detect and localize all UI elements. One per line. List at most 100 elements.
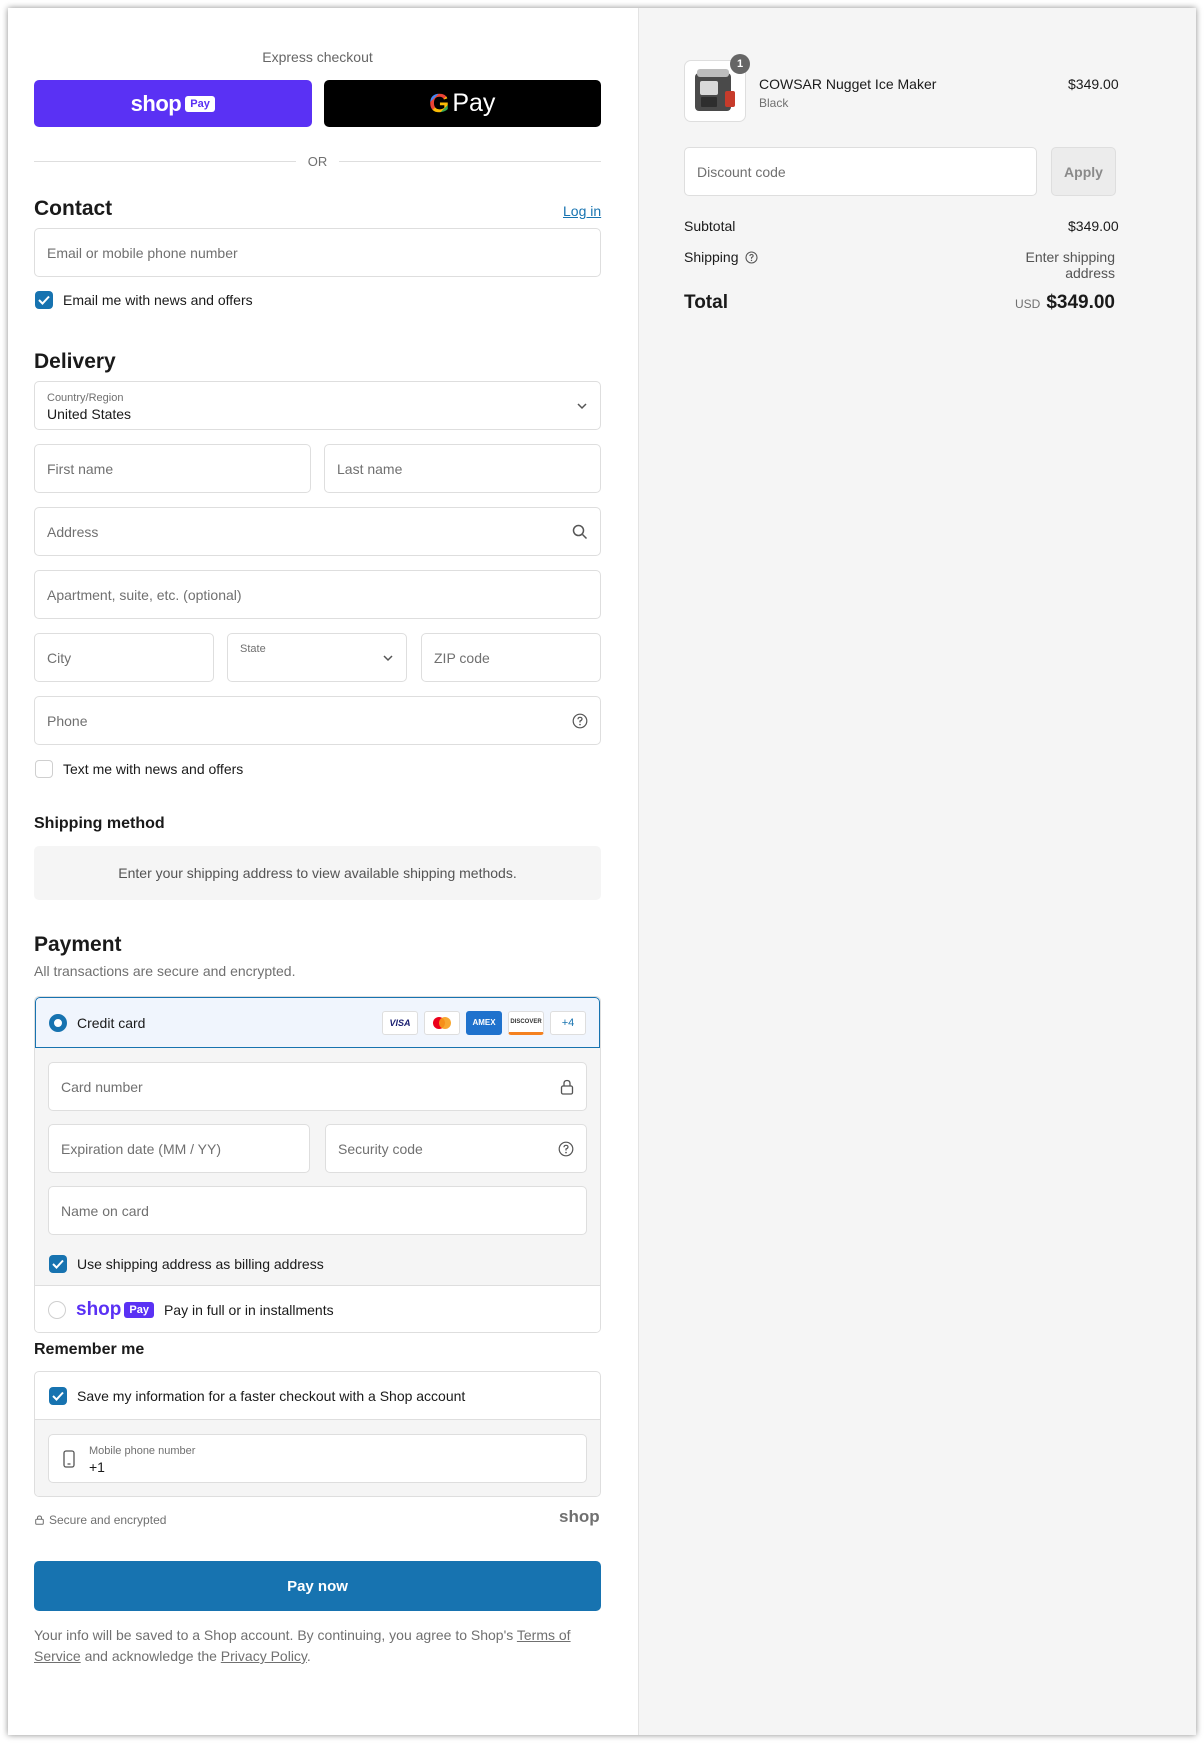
billing-address-row[interactable]: Use shipping address as billing address (49, 1255, 324, 1273)
subtotal-label: Subtotal (684, 218, 736, 234)
apartment-field[interactable]: Apartment, suite, etc. (optional) (34, 570, 601, 619)
text-news-checkbox[interactable] (35, 760, 53, 778)
first-name-field[interactable]: First name (34, 444, 311, 493)
google-g-icon: G (429, 88, 450, 118)
state-label: State (240, 643, 266, 655)
shop-pay-pill: Pay (124, 1302, 154, 1318)
shipping-method-text: Enter your shipping address to view avai… (118, 865, 517, 881)
billing-address-label: Use shipping address as billing address (77, 1256, 324, 1272)
product-name: COWSAR Nugget Ice Maker (759, 76, 937, 92)
card-number-field[interactable]: Card number (48, 1062, 587, 1111)
currency-code: USD (1014, 297, 1041, 311)
discount-code-placeholder: Discount code (697, 163, 786, 180)
shop-footer-logo: shop (559, 1507, 600, 1526)
mastercard-icon (424, 1010, 460, 1035)
name-on-card-placeholder: Name on card (61, 1202, 149, 1219)
checkout-page: Express checkout shop Pay G Pay OR Conta… (8, 8, 1196, 1735)
google-pay-label: Pay (452, 89, 496, 117)
email-news-label: Email me with news and offers (63, 292, 253, 308)
login-link[interactable]: Log in (563, 203, 601, 219)
payment-heading: Payment (34, 933, 122, 956)
security-code-field[interactable]: Security code (325, 1124, 587, 1173)
express-checkout-buttons: shop Pay G Pay (34, 80, 601, 127)
visa-icon: VISA (382, 1010, 418, 1035)
total-value-row: USD $349.00 (958, 292, 1115, 314)
first-name-placeholder: First name (47, 460, 114, 477)
remember-me-box: Save my information for a faster checkou… (34, 1371, 601, 1497)
secure-encrypted-label: Secure and encrypted (49, 1513, 167, 1527)
name-on-card-field[interactable]: Name on card (48, 1186, 587, 1235)
email-news-checkbox[interactable] (35, 291, 53, 309)
address-field[interactable]: Address (34, 507, 601, 556)
mobile-phone-label: Mobile phone number (89, 1444, 196, 1457)
google-pay-button[interactable]: G Pay (323, 80, 601, 127)
last-name-field[interactable]: Last name (324, 444, 601, 493)
country-select[interactable]: Country/Region United States (34, 381, 601, 430)
product-price: $349.00 (1068, 76, 1119, 92)
shipping-method-message: Enter your shipping address to view avai… (34, 846, 601, 900)
help-icon[interactable] (558, 1141, 574, 1157)
product-variant: Black (759, 96, 789, 110)
legal-notice: Your info will be saved to a Shop accoun… (34, 1627, 571, 1664)
chevron-down-icon (576, 402, 588, 410)
mobile-phone-value: +1 (89, 1458, 105, 1475)
lock-icon (35, 1515, 44, 1525)
phone-placeholder: Phone (47, 712, 88, 729)
lock-icon (560, 1079, 574, 1095)
chevron-down-icon (382, 654, 394, 662)
help-icon[interactable] (572, 713, 588, 729)
city-field[interactable]: City (34, 633, 214, 682)
delivery-heading: Delivery (34, 350, 116, 373)
quantity-badge: 1 (730, 54, 750, 74)
shop-pay-option[interactable]: shop Pay Pay in full or in installments (35, 1285, 600, 1332)
country-value: United States (47, 405, 132, 422)
shop-pay-radio[interactable] (48, 1301, 66, 1319)
subtotal-value: $349.00 (1068, 218, 1119, 234)
email-placeholder: Email or mobile phone number (47, 244, 238, 261)
mobile-phone-field[interactable]: Mobile phone number +1 (48, 1434, 587, 1483)
payment-subtitle: All transactions are secure and encrypte… (34, 963, 296, 979)
help-icon (744, 250, 758, 264)
shop-pay-label: Pay in full or in installments (163, 1302, 334, 1318)
discount-code-field[interactable]: Discount code (684, 147, 1037, 196)
state-select[interactable]: State (227, 633, 407, 682)
apply-button[interactable]: Apply (1051, 147, 1116, 196)
phone-field[interactable]: Phone (34, 696, 601, 745)
billing-address-checkbox[interactable] (49, 1255, 67, 1273)
country-label: Country/Region (47, 391, 124, 404)
credit-card-option[interactable]: Credit card VISA AMEX DISCOVER +4 (35, 997, 600, 1048)
save-info-row[interactable]: Save my information for a faster checkou… (35, 1372, 600, 1420)
mobile-phone-icon (62, 1450, 76, 1471)
credit-card-radio[interactable] (49, 1013, 67, 1032)
zip-field[interactable]: ZIP code (421, 633, 601, 682)
total-value: $349.00 (1046, 292, 1115, 313)
text-news-label: Text me with news and offers (63, 761, 244, 777)
city-placeholder: City (47, 649, 72, 666)
last-name-placeholder: Last name (337, 460, 403, 477)
amex-icon: AMEX (466, 1010, 502, 1035)
remember-me-heading: Remember me (34, 1341, 145, 1358)
text-news-row[interactable]: Text me with news and offers (35, 760, 243, 778)
express-checkout-title: Express checkout (262, 49, 373, 65)
checkout-form-column: Express checkout shop Pay G Pay OR Conta… (8, 8, 638, 1735)
discover-icon: DISCOVER (508, 1010, 544, 1035)
credit-card-form: Card number Expiration date (MM / YY) Se… (35, 1048, 600, 1285)
or-label: OR (307, 153, 328, 169)
shop-pay-word: shop (76, 1299, 122, 1320)
more-cards-badge: +4 (550, 1010, 586, 1035)
save-info-checkbox[interactable] (49, 1386, 67, 1405)
contact-heading: Contact (34, 197, 113, 220)
email-news-row[interactable]: Email me with news and offers (35, 291, 253, 309)
privacy-policy-link[interactable]: Privacy Policy (221, 1648, 307, 1664)
pay-now-button[interactable]: Pay now (34, 1561, 601, 1611)
total-label: Total (684, 292, 728, 313)
or-divider: OR (34, 153, 601, 169)
email-field[interactable]: Email or mobile phone number (34, 228, 601, 277)
shipping-value: Enter shipping address (1025, 249, 1115, 281)
expiration-field[interactable]: Expiration date (MM / YY) (48, 1124, 310, 1173)
save-info-label: Save my information for a faster checkou… (77, 1387, 466, 1404)
card-number-placeholder: Card number (61, 1078, 143, 1095)
shop-pay-button[interactable]: shop Pay (34, 80, 312, 127)
shipping-row-label: Shipping (684, 249, 758, 265)
card-logos: VISA AMEX DISCOVER +4 (382, 1010, 586, 1035)
